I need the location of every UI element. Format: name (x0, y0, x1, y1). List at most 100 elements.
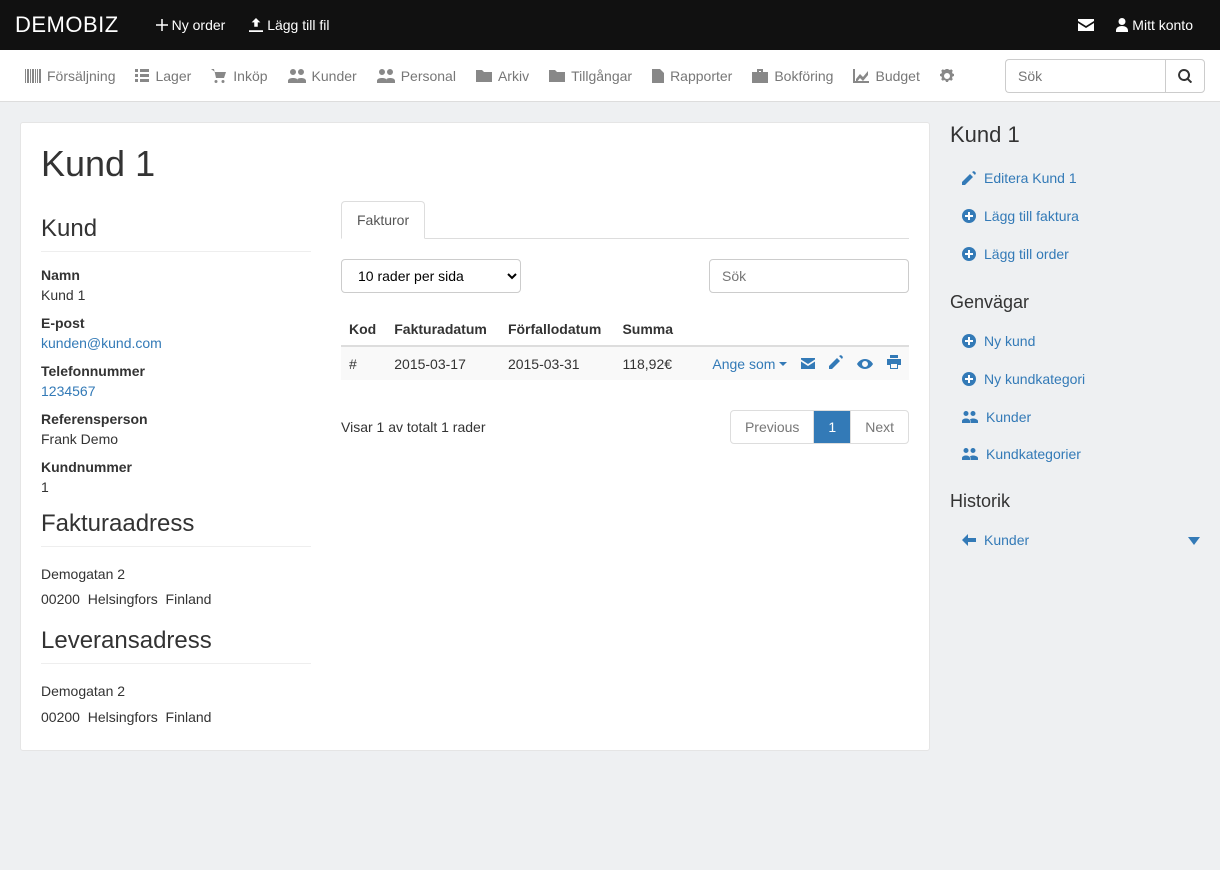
chart-icon (853, 69, 869, 83)
page-1[interactable]: 1 (813, 411, 850, 443)
row-action-edit[interactable] (829, 355, 843, 369)
row-action-set-as[interactable]: Ange som (712, 356, 787, 372)
sidebar: Kund 1 Editera Kund 1 Lägg till faktura … (950, 122, 1200, 559)
row-action-send[interactable] (801, 358, 815, 369)
page-prev[interactable]: Previous (731, 411, 813, 443)
chevron-down-icon[interactable] (1188, 532, 1200, 548)
invoice-address: Demogatan 2 00200 Helsingfors Finland (41, 562, 311, 612)
cart-icon (211, 69, 227, 83)
plus-circle-icon (962, 209, 976, 223)
list-icon (135, 69, 149, 83)
sidebar-history-title: Historik (950, 491, 1200, 512)
col-kod[interactable]: Kod (341, 313, 386, 346)
label-email: E-post (41, 315, 311, 331)
nav-forsaljning[interactable]: Försäljning (15, 50, 125, 102)
cell-kod: # (341, 346, 386, 380)
nav-arkiv[interactable]: Arkiv (466, 50, 539, 102)
nav-personal[interactable]: Personal (367, 50, 466, 102)
nav-inkop[interactable]: Inköp (201, 50, 277, 102)
nav-tillgangar[interactable]: Tillgångar (539, 50, 642, 102)
sidebar-title: Kund 1 (950, 122, 1200, 148)
table-search-input[interactable] (709, 259, 909, 293)
col-forfallodatum[interactable]: Förfallodatum (500, 313, 615, 346)
user-icon (1116, 18, 1128, 32)
new-order-label: Ny order (172, 17, 226, 33)
sidebar-new-category[interactable]: Ny kundkategori (962, 371, 1085, 387)
global-search (1005, 59, 1205, 93)
nav-kunder[interactable]: Kunder (278, 50, 367, 102)
users-icon (962, 411, 978, 423)
page-title: Kund 1 (41, 143, 909, 185)
section-invoice-address: Fakturaadress (41, 510, 311, 547)
value-name: Kund 1 (41, 287, 311, 303)
tabs: Fakturor (341, 200, 909, 239)
label-reference: Referensperson (41, 411, 311, 427)
search-input[interactable] (1005, 59, 1165, 93)
search-button[interactable] (1165, 59, 1205, 93)
row-action-print[interactable] (887, 355, 901, 369)
pagination: Previous 1 Next (730, 410, 909, 444)
brand: DEMOBIZ (15, 12, 119, 38)
row-action-view[interactable] (857, 359, 873, 369)
upload-icon (249, 18, 263, 32)
my-account-link[interactable]: Mitt konto (1104, 0, 1205, 50)
sidebar-add-invoice[interactable]: Lägg till faktura (962, 208, 1079, 224)
sidebar-new-customer[interactable]: Ny kund (962, 333, 1035, 349)
cell-forfallodatum: 2015-03-31 (500, 346, 615, 380)
cell-fakturadatum: 2015-03-17 (386, 346, 500, 380)
nav-settings[interactable] (930, 50, 970, 102)
rows-per-page-select[interactable]: 10 rader per sida (341, 259, 521, 293)
caret-down-icon (779, 362, 787, 366)
invoices-panel: Fakturor 10 rader per sida Kod Fakt (341, 200, 909, 730)
envelope-icon (801, 358, 815, 369)
plus-circle-icon (962, 247, 976, 261)
print-icon (887, 355, 901, 369)
add-file-link[interactable]: Lägg till fil (237, 0, 341, 50)
topbar: DEMOBIZ Ny order Lägg till fil Mitt kont… (0, 0, 1220, 50)
add-file-label: Lägg till fil (267, 17, 329, 33)
my-account-label: Mitt konto (1132, 17, 1193, 33)
file-icon (652, 69, 664, 83)
sidebar-categories[interactable]: Kundkategorier (962, 446, 1081, 462)
main-card: Kund 1 Kund Namn Kund 1 E-post kunden@ku… (20, 122, 930, 751)
sidebar-add-order[interactable]: Lägg till order (962, 246, 1069, 262)
folder-icon (476, 70, 492, 82)
nav-budget[interactable]: Budget (843, 50, 929, 102)
nav-lager[interactable]: Lager (125, 50, 201, 102)
folder-icon (549, 70, 565, 82)
sidebar-customers[interactable]: Kunder (962, 409, 1031, 425)
arrow-left-icon (962, 534, 976, 546)
sidebar-history-customers[interactable]: Kunder (962, 532, 1029, 548)
users-icon (288, 69, 306, 83)
table-showing: Visar 1 av totalt 1 rader (341, 419, 485, 435)
value-phone[interactable]: 1234567 (41, 383, 96, 399)
delivery-address: Demogatan 2 00200 Helsingfors Finland (41, 679, 311, 729)
users-icon (377, 69, 395, 83)
secondary-nav: Försäljning Lager Inköp Kunder Personal … (0, 50, 1220, 102)
search-icon (1178, 69, 1192, 83)
briefcase-icon (752, 69, 768, 83)
label-customer-no: Kundnummer (41, 459, 311, 475)
table-row: # 2015-03-17 2015-03-31 118,92€ Ange som (341, 346, 909, 380)
label-name: Namn (41, 267, 311, 283)
nav-bokforing[interactable]: Bokföring (742, 50, 843, 102)
nav-rapporter[interactable]: Rapporter (642, 50, 742, 102)
tab-fakturor[interactable]: Fakturor (341, 201, 425, 239)
new-order-link[interactable]: Ny order (144, 0, 238, 50)
section-delivery-address: Leveransadress (41, 627, 311, 664)
value-reference: Frank Demo (41, 431, 311, 447)
edit-icon (962, 171, 976, 185)
edit-icon (829, 355, 843, 369)
value-email[interactable]: kunden@kund.com (41, 335, 162, 351)
section-customer: Kund (41, 215, 311, 252)
value-customer-no: 1 (41, 479, 311, 495)
plus-circle-icon (962, 334, 976, 348)
label-phone: Telefonnummer (41, 363, 311, 379)
sidebar-edit-customer[interactable]: Editera Kund 1 (962, 170, 1077, 186)
col-fakturadatum[interactable]: Fakturadatum (386, 313, 500, 346)
invoices-table: Kod Fakturadatum Förfallodatum Summa # 2… (341, 313, 909, 380)
envelope-link[interactable] (1068, 0, 1104, 50)
col-summa[interactable]: Summa (614, 313, 684, 346)
page-next[interactable]: Next (850, 411, 908, 443)
envelope-icon (1078, 19, 1094, 31)
